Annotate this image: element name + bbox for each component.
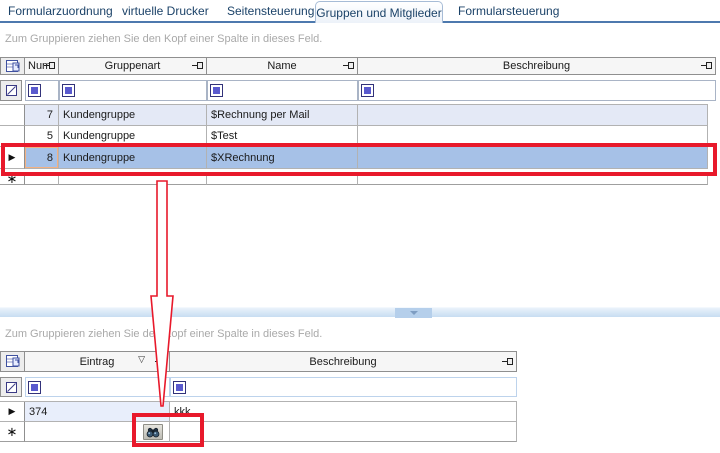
- tab-virtuelle-drucker[interactable]: virtuelle Drucker: [122, 4, 209, 18]
- header-label-name: Name: [267, 60, 296, 72]
- tab-seitensteuerung[interactable]: Seitensteuerung: [227, 4, 314, 18]
- pin-icon[interactable]: [701, 62, 712, 70]
- top-grid-filter-num[interactable]: [25, 80, 59, 101]
- top-grid-filter-beschreibung[interactable]: [358, 80, 716, 101]
- tab-active-label: Gruppen und Mitglieder: [316, 6, 441, 20]
- pin-icon[interactable]: [192, 62, 203, 70]
- splitter-collapse-button[interactable]: [395, 308, 432, 318]
- tab-formularsteuerung[interactable]: Formularsteuerung: [458, 4, 559, 18]
- group-panel-hint-top: Zum Gruppieren ziehen Sie den Kopf einer…: [5, 33, 322, 45]
- top-grid-header-gruppenart[interactable]: Gruppenart: [59, 57, 207, 75]
- grid-customize-icon: [5, 59, 21, 74]
- row-indicator-cell: [0, 105, 25, 126]
- top-grid-customize-button[interactable]: [0, 57, 25, 75]
- filter-condition-button[interactable]: [210, 84, 223, 97]
- top-grid-header-beschreibung[interactable]: Beschreibung: [358, 57, 716, 75]
- row-indicator-cell: ▶: [0, 402, 25, 422]
- filter-condition-button[interactable]: [361, 84, 374, 97]
- annotation-highlight-selected-row: [1, 143, 717, 176]
- filter-icon: [5, 381, 18, 394]
- collapse-arrow-down-icon: [410, 311, 418, 315]
- new-row-asterisk-icon: ∗: [7, 425, 18, 438]
- grid-customize-icon: [5, 354, 21, 369]
- header-label-gruppenart: Gruppenart: [105, 60, 161, 72]
- annotation-arrow-down: [145, 178, 181, 412]
- top-grid-filter-name[interactable]: [207, 80, 358, 101]
- bottom-grid-filter-edit-button[interactable]: [0, 377, 22, 397]
- header-label-beschreibung: Beschreibung: [503, 60, 570, 72]
- pin-icon[interactable]: [44, 62, 55, 70]
- filter-condition-button[interactable]: [62, 84, 75, 97]
- top-grid-filter-edit-button[interactable]: [0, 80, 22, 101]
- top-grid-header-name[interactable]: Name: [207, 57, 358, 75]
- pin-icon[interactable]: [343, 62, 354, 70]
- selected-row-arrow-icon: ▶: [9, 407, 16, 416]
- header-label-eintrag: Eintrag: [80, 356, 115, 368]
- cell-beschreibung[interactable]: [358, 105, 708, 126]
- cell-num[interactable]: 7: [25, 105, 59, 126]
- tab-formularzuordnung[interactable]: Formularzuordnung: [8, 4, 113, 18]
- sort-descending-icon: ▽: [138, 354, 145, 365]
- table-row[interactable]: 7 Kundengruppe $Rechnung per Mail: [0, 105, 708, 126]
- cell-gruppenart[interactable]: Kundengruppe: [59, 105, 207, 126]
- bottom-grid-customize-button[interactable]: [0, 351, 25, 372]
- cell-name[interactable]: $Rechnung per Mail: [207, 105, 358, 126]
- bottom-grid-header-beschreibung[interactable]: Beschreibung: [170, 351, 517, 372]
- horizontal-splitter[interactable]: [0, 307, 720, 317]
- filter-condition-button[interactable]: [28, 84, 41, 97]
- tab-gruppen-und-mitglieder[interactable]: Gruppen und Mitglieder: [315, 1, 443, 23]
- annotation-highlight-lookup-button: [132, 413, 204, 447]
- app-window: Formularzuordnung virtuelle Drucker Seit…: [0, 0, 720, 453]
- table-row-selected[interactable]: ▶ 374 kkk: [0, 402, 517, 422]
- filter-icon: [5, 84, 18, 97]
- row-indicator-cell: ∗: [0, 422, 25, 442]
- bottom-grid-filter-beschreibung[interactable]: [170, 377, 517, 397]
- top-grid-filter-gruppenart[interactable]: [59, 80, 207, 101]
- filter-condition-button[interactable]: [28, 381, 41, 394]
- cell-beschreibung[interactable]: kkk: [170, 402, 517, 422]
- header-label-beschreibung: Beschreibung: [309, 356, 376, 368]
- pin-icon[interactable]: [502, 358, 513, 366]
- cell-beschreibung[interactable]: [170, 422, 517, 442]
- top-grid-header-num[interactable]: Num: [25, 57, 59, 75]
- new-item-row[interactable]: ∗: [0, 422, 517, 442]
